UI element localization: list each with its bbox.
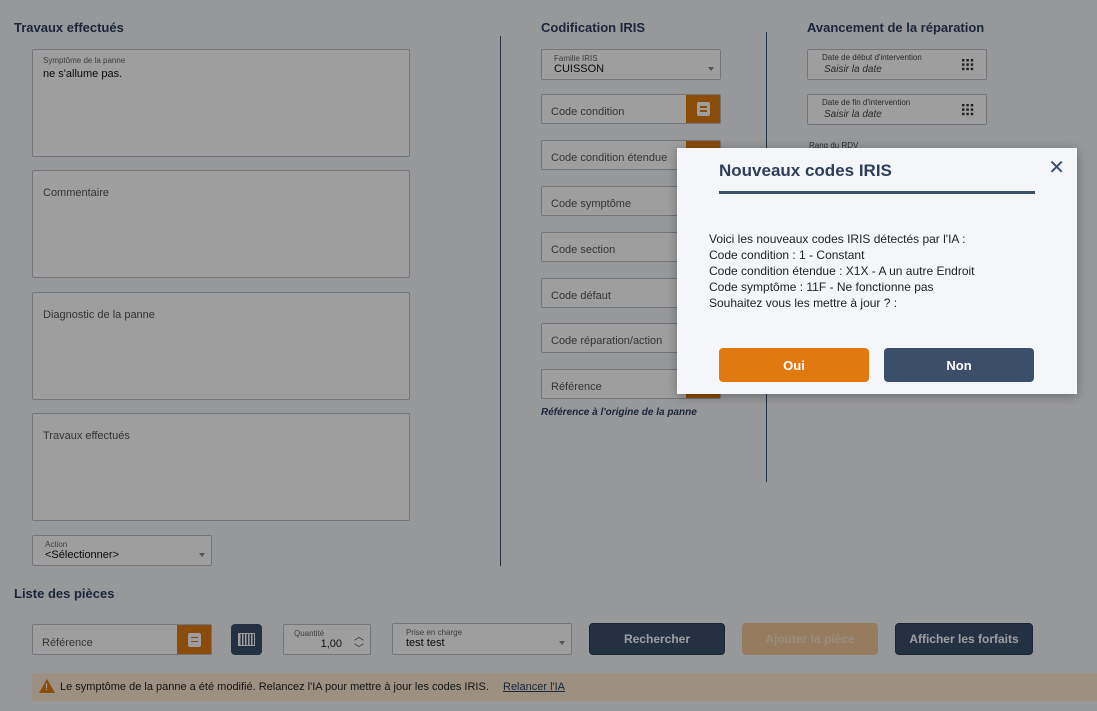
non-button[interactable]: Non xyxy=(884,348,1034,382)
dialog-line-code-condition-etendue: Code condition étendue : X1X - A un autr… xyxy=(709,264,975,278)
dialog-line-question: Souhaitez vous les mettre à jour ? : xyxy=(709,296,898,310)
dialog-line-code-symptome: Code symptôme : 11F - Ne fonctionne pas xyxy=(709,280,934,294)
dialog-line-code-condition: Code condition : 1 - Constant xyxy=(709,248,865,262)
dialog-body: Voici les nouveaux codes IRIS détectés p… xyxy=(709,231,975,311)
dialog-line-intro: Voici les nouveaux codes IRIS détectés p… xyxy=(709,232,966,246)
dialog-title: Nouveaux codes IRIS xyxy=(719,161,892,180)
oui-button[interactable]: Oui xyxy=(719,348,869,382)
close-icon[interactable]: ✕ xyxy=(1048,158,1065,178)
dialog-title-underline xyxy=(719,191,1035,194)
iris-codes-dialog: Nouveaux codes IRIS ✕ Voici les nouveaux… xyxy=(677,148,1077,394)
